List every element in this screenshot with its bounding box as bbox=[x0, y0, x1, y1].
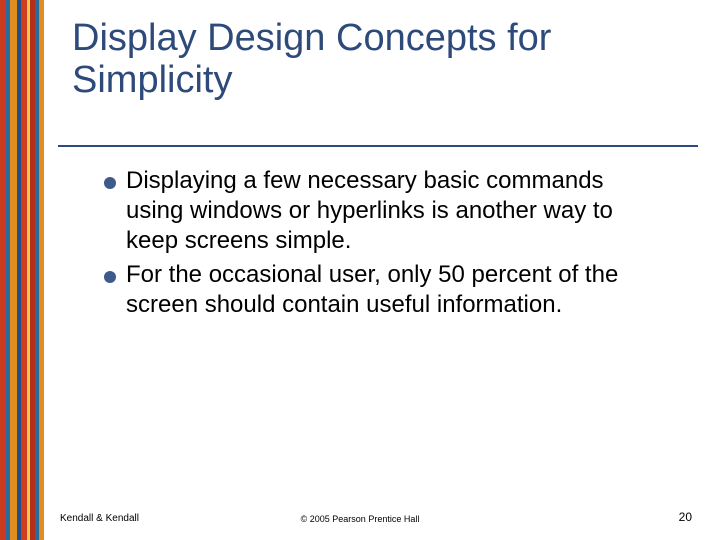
bullet-text: Displaying a few necessary basic command… bbox=[126, 166, 664, 256]
bullet-text: For the occasional user, only 50 percent… bbox=[126, 260, 664, 320]
bullet-icon bbox=[104, 271, 116, 283]
bullet-icon bbox=[104, 177, 116, 189]
side-accent-stripes bbox=[0, 0, 44, 540]
footer-copyright: © 2005 Pearson Prentice Hall bbox=[0, 514, 720, 524]
title-divider bbox=[58, 145, 698, 147]
bullet-list: Displaying a few necessary basic command… bbox=[104, 166, 664, 324]
list-item: Displaying a few necessary basic command… bbox=[104, 166, 664, 256]
footer-page-number: 20 bbox=[679, 510, 692, 524]
slide-title: Display Design Concepts for Simplicity bbox=[72, 18, 692, 102]
list-item: For the occasional user, only 50 percent… bbox=[104, 260, 664, 320]
